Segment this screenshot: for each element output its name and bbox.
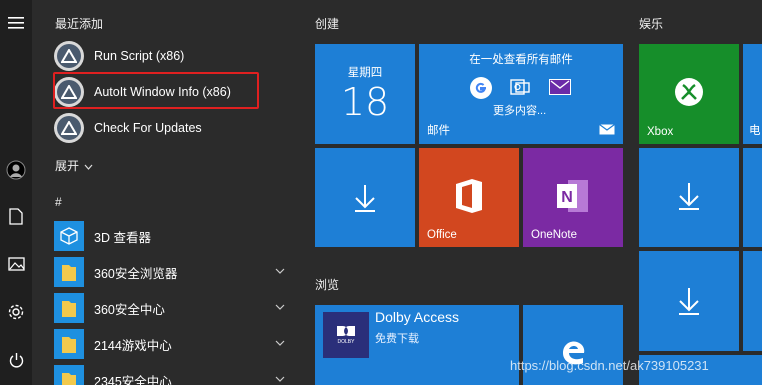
dolby-logo-icon: DOLBY (323, 312, 369, 358)
hamburger-icon (8, 17, 24, 29)
dolby-logo-text: DOLBY (337, 339, 355, 345)
app-label: Run Script (x86) (94, 49, 185, 63)
chevron-down-icon[interactable] (274, 265, 286, 277)
app-label: Check For Updates (94, 121, 202, 135)
list-item-run-script[interactable]: Run Script (x86) (54, 39, 300, 73)
office-icon (456, 179, 482, 213)
office-tile[interactable]: Office (419, 148, 519, 247)
download-tile[interactable] (639, 148, 739, 247)
partial-tile[interactable] (743, 251, 762, 351)
cube-icon (54, 221, 84, 251)
xbox-tile[interactable]: Xbox (639, 44, 739, 144)
autoit-icon (54, 41, 84, 71)
folder-icon (54, 329, 84, 359)
envelope-icon (599, 124, 615, 135)
power-button[interactable] (0, 344, 32, 376)
document-icon (9, 207, 23, 225)
avatar-icon (6, 160, 26, 180)
tile-label: OneNote (531, 229, 578, 241)
tile-label: Xbox (647, 126, 674, 138)
chevron-down-icon[interactable] (274, 337, 286, 349)
documents-button[interactable] (0, 200, 32, 232)
start-rail (0, 0, 32, 385)
folder-icon (54, 293, 84, 323)
gear-icon (8, 304, 24, 320)
app-label: 2345安全中心 (94, 374, 172, 385)
folder-icon (54, 257, 84, 287)
mail-more-text: 更多内容... (493, 105, 547, 117)
app-label: 3D 查看器 (94, 230, 151, 245)
list-item-2345-security[interactable]: 2345安全中心 (54, 363, 300, 385)
yahoo-mail-icon (549, 79, 571, 95)
list-item-360-security[interactable]: 360安全中心 (54, 291, 300, 325)
recently-added-heading: 最近添加 (55, 17, 104, 31)
calendar-tile[interactable]: 星期四 18 (315, 44, 415, 144)
settings-button[interactable] (0, 296, 32, 328)
tile-label: 邮件 (427, 125, 450, 137)
picture-icon (7, 257, 25, 271)
mail-title: 在一处查看所有邮件 (469, 54, 573, 66)
google-icon (470, 77, 492, 99)
xbox-icon (675, 78, 703, 106)
pictures-button[interactable] (0, 248, 32, 280)
list-item-360-browser[interactable]: 360安全浏览器 (54, 255, 300, 289)
user-account-button[interactable] (0, 154, 32, 186)
expand-label: 展开 (55, 159, 80, 173)
chevron-down-icon[interactable] (274, 373, 286, 385)
power-icon (9, 352, 23, 367)
tile-label: 电 (749, 125, 761, 137)
svg-text:N: N (561, 189, 573, 206)
expand-button[interactable]: 展开 (55, 157, 93, 174)
hamburger-menu-button[interactable] (0, 7, 32, 39)
list-item-3d-viewer[interactable]: 3D 查看器 (54, 219, 300, 253)
outlook-icon (510, 77, 530, 97)
app-label: 2144游戏中心 (94, 338, 172, 353)
download-tile[interactable] (639, 251, 739, 351)
group-title-create[interactable]: 创建 (315, 15, 339, 32)
chevron-down-icon[interactable] (274, 301, 286, 313)
app-label: 360安全中心 (94, 302, 165, 317)
dolby-subtitle: 免费下载 (375, 333, 419, 345)
app-label: 360安全浏览器 (94, 266, 178, 281)
folder-icon (54, 365, 84, 385)
group-title-entertainment[interactable]: 娱乐 (639, 15, 663, 32)
app-list: 最近添加 Run Script (x86) AutoIt Window Info… (32, 0, 304, 385)
list-item-2144-games[interactable]: 2144游戏中心 (54, 327, 300, 361)
onenote-icon: N (556, 178, 590, 214)
chevron-down-icon (84, 164, 93, 170)
letter-header-hash[interactable]: # (55, 195, 62, 209)
download-arrow-icon (679, 288, 699, 315)
autoit-icon (54, 113, 84, 143)
download-arrow-icon (355, 185, 375, 212)
watermark-text: https://blog.csdn.net/ak739105231 (510, 358, 709, 373)
calendar-day: 18 (340, 80, 390, 124)
dolby-access-tile[interactable]: DOLBY Dolby Access 免费下载 (315, 305, 519, 385)
tile-label: Office (427, 229, 457, 241)
dolby-name: Dolby Access (375, 309, 460, 325)
partial-tile[interactable]: 电 (743, 44, 762, 144)
onenote-tile[interactable]: N OneNote (523, 148, 623, 247)
mail-tile[interactable]: 在一处查看所有邮件 更多内容... 邮件 (419, 44, 623, 144)
calendar-weekday: 星期四 (347, 67, 383, 79)
selection-highlight (53, 72, 259, 109)
download-arrow-icon (679, 183, 699, 210)
partial-tile[interactable] (743, 148, 762, 247)
list-item-check-for-updates[interactable]: Check For Updates (54, 111, 300, 145)
download-tile[interactable] (315, 148, 415, 247)
edge-tile[interactable] (523, 305, 623, 385)
group-title-browse[interactable]: 浏览 (315, 276, 339, 293)
